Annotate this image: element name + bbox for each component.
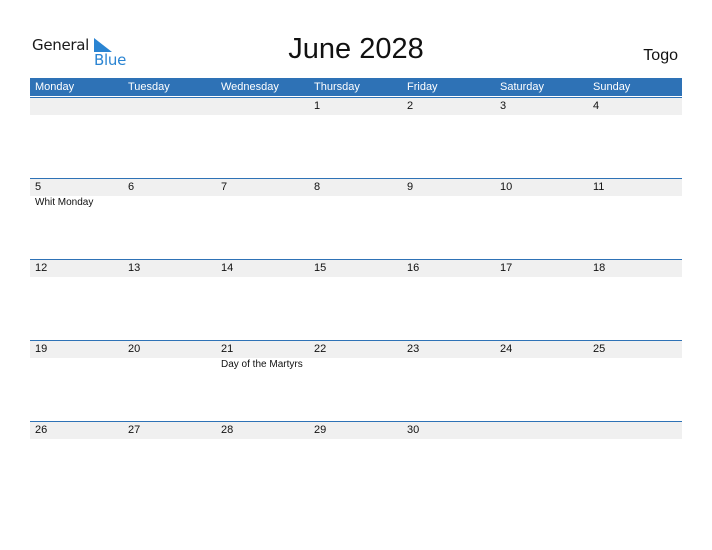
- day-cell: 2: [402, 98, 495, 178]
- day-number: 1: [314, 100, 321, 112]
- day-cell: [216, 98, 309, 178]
- day-cell: 23: [402, 341, 495, 421]
- weekday-header: Monday Tuesday Wednesday Thursday Friday…: [30, 78, 682, 96]
- day-number: 2: [407, 100, 414, 112]
- day-number: 8: [314, 181, 321, 193]
- day-number: 24: [500, 343, 513, 355]
- day-cell: 30: [402, 422, 495, 502]
- day-number: 22: [314, 343, 327, 355]
- day-cell: 26: [30, 422, 123, 502]
- weekday-friday: Friday: [407, 81, 438, 93]
- day-cell: 3: [495, 98, 588, 178]
- day-cell: 20: [123, 341, 216, 421]
- holiday-label: Day of the Martyrs: [221, 359, 303, 370]
- day-number: 26: [35, 424, 48, 436]
- day-cell: 14: [216, 260, 309, 340]
- week-row: 19 20 21 Day of the Martyrs 22 23 24 25: [30, 340, 682, 422]
- day-cell: 7: [216, 179, 309, 259]
- day-cell: 6: [123, 179, 216, 259]
- day-cell: 22: [309, 341, 402, 421]
- holiday-label: Whit Monday: [35, 197, 94, 208]
- weekday-wednesday: Wednesday: [221, 81, 279, 93]
- day-cell: 29: [309, 422, 402, 502]
- day-number: 29: [314, 424, 327, 436]
- day-cell: 19: [30, 341, 123, 421]
- day-cell: [30, 98, 123, 178]
- day-cell: [123, 98, 216, 178]
- day-number: 10: [500, 181, 513, 193]
- day-cell: 24: [495, 341, 588, 421]
- day-cell: 5 Whit Monday: [30, 179, 123, 259]
- day-cell: 1: [309, 98, 402, 178]
- weekday-thursday: Thursday: [314, 81, 360, 93]
- day-number: 3: [500, 100, 507, 112]
- day-number: 13: [128, 262, 141, 274]
- day-cell: 4: [588, 98, 681, 178]
- day-number: 20: [128, 343, 141, 355]
- day-cell: 25: [588, 341, 681, 421]
- country-label: Togo: [643, 47, 678, 64]
- day-cell: 27: [123, 422, 216, 502]
- day-number: 16: [407, 262, 420, 274]
- day-number: 28: [221, 424, 234, 436]
- day-cell: 11: [588, 179, 681, 259]
- day-cell: 17: [495, 260, 588, 340]
- day-number: 12: [35, 262, 48, 274]
- day-number: 17: [500, 262, 513, 274]
- day-number: 5: [35, 181, 42, 193]
- day-cell: 16: [402, 260, 495, 340]
- day-cell: 8: [309, 179, 402, 259]
- week-row: 12 13 14 15 16 17 18: [30, 259, 682, 341]
- weekday-sunday: Sunday: [593, 81, 631, 93]
- day-cell: 18: [588, 260, 681, 340]
- day-number: 30: [407, 424, 420, 436]
- day-number: 4: [593, 100, 600, 112]
- day-cell: 15: [309, 260, 402, 340]
- day-number: 25: [593, 343, 606, 355]
- day-number: 7: [221, 181, 228, 193]
- weekday-tuesday: Tuesday: [128, 81, 170, 93]
- week-row: 1 2 3 4: [30, 97, 682, 179]
- day-number: 14: [221, 262, 234, 274]
- week-row: 26 27 28 29 30: [30, 421, 682, 503]
- day-cell: [588, 422, 681, 502]
- day-number: 21: [221, 343, 234, 355]
- calendar-title: June 2028: [288, 33, 424, 65]
- day-number: 9: [407, 181, 414, 193]
- day-number: 19: [35, 343, 48, 355]
- week-row: 5 Whit Monday 6 7 8 9 10 11: [30, 178, 682, 260]
- day-cell: 10: [495, 179, 588, 259]
- day-number: 18: [593, 262, 606, 274]
- day-number: 23: [407, 343, 420, 355]
- day-number: 27: [128, 424, 141, 436]
- day-number: 11: [593, 181, 605, 193]
- day-cell: 13: [123, 260, 216, 340]
- weekday-saturday: Saturday: [500, 81, 545, 93]
- day-cell: 9: [402, 179, 495, 259]
- day-cell: [495, 422, 588, 502]
- day-number: 15: [314, 262, 327, 274]
- day-cell: 12: [30, 260, 123, 340]
- weekday-monday: Monday: [35, 81, 75, 93]
- day-cell: 21 Day of the Martyrs: [216, 341, 309, 421]
- day-number: 6: [128, 181, 135, 193]
- day-cell: 28: [216, 422, 309, 502]
